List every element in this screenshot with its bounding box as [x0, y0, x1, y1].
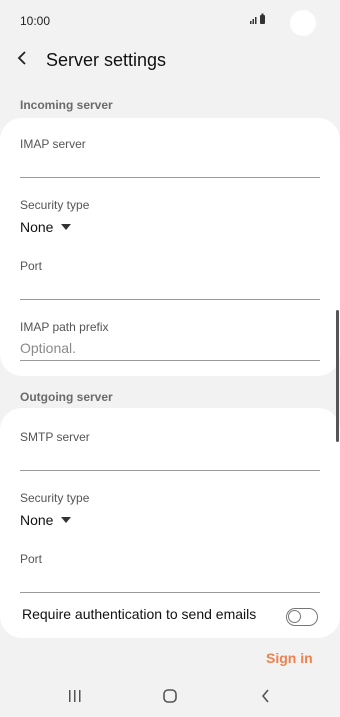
incoming-security-type-value: None — [20, 219, 54, 235]
dropdown-caret-icon — [61, 517, 72, 523]
incoming-port-label: Port — [20, 259, 43, 273]
page-title: Server settings — [46, 50, 167, 70]
status-bar: 10:00 — [0, 0, 340, 42]
imap-path-prefix-input[interactable] — [20, 335, 320, 361]
status-time: 10:00 — [20, 14, 51, 28]
incoming-security-type-select[interactable]: None — [20, 219, 72, 235]
home-icon[interactable] — [155, 684, 185, 708]
imap-server-label: IMAP server — [20, 137, 86, 151]
incoming-server-card: IMAP server Security type None Port IMAP… — [0, 118, 340, 376]
recents-icon[interactable] — [60, 684, 90, 708]
smtp-server-input[interactable] — [20, 445, 320, 471]
incoming-security-type-label: Security type — [20, 198, 90, 212]
outgoing-security-type-label: Security type — [20, 491, 90, 505]
require-auth-toggle[interactable] — [286, 608, 318, 626]
imap-path-prefix-label: IMAP path prefix — [20, 320, 109, 334]
outgoing-port-input[interactable] — [20, 567, 320, 593]
outgoing-security-type-select[interactable]: None — [20, 512, 72, 528]
signal-battery-icon — [250, 13, 268, 28]
scrollbar[interactable] — [336, 310, 339, 442]
system-nav-bar — [0, 676, 340, 717]
back-nav-icon[interactable] — [251, 684, 281, 708]
app-header: Server settings — [0, 44, 340, 76]
imap-server-input[interactable] — [20, 152, 320, 178]
dropdown-caret-icon — [61, 224, 72, 230]
outgoing-security-type-value: None — [20, 512, 54, 528]
toggle-knob — [288, 610, 301, 623]
incoming-port-input[interactable] — [20, 274, 320, 300]
require-auth-label: Require authentication to send emails — [22, 606, 257, 622]
outgoing-server-card: SMTP server Security type None Port Requ… — [0, 408, 340, 638]
incoming-server-header: Incoming server — [20, 98, 113, 112]
require-auth-row[interactable]: Require authentication to send emails — [0, 596, 340, 636]
camera-cutout — [290, 10, 316, 36]
outgoing-server-header: Outgoing server — [20, 390, 113, 404]
outgoing-port-label: Port — [20, 552, 43, 566]
smtp-server-label: SMTP server — [20, 430, 90, 444]
back-arrow-icon[interactable] — [16, 48, 36, 72]
sign-in-button[interactable]: Sign in — [266, 650, 313, 666]
